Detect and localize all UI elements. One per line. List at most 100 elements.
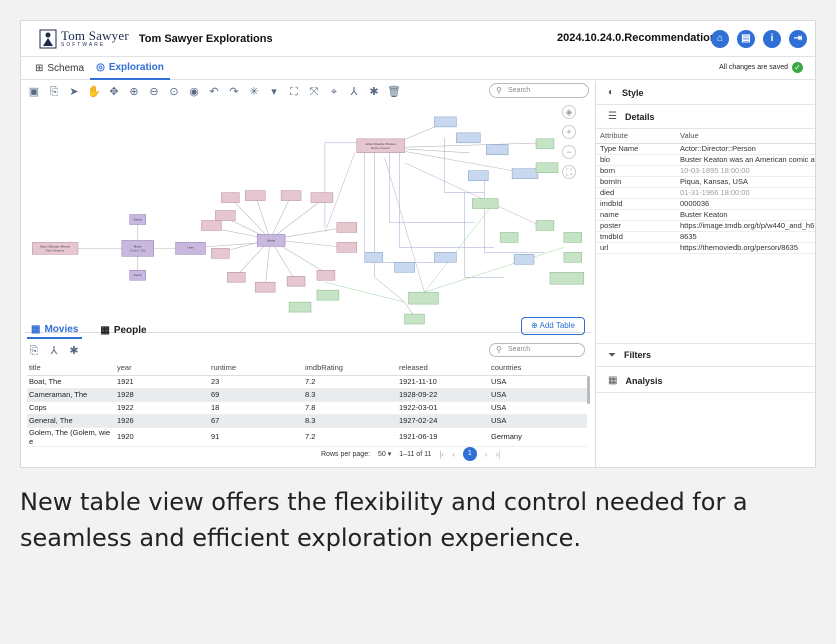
style-section[interactable]: ◐ Style xyxy=(596,81,815,105)
node-user[interactable] xyxy=(310,192,334,203)
last-page-icon[interactable]: ›| xyxy=(495,450,500,459)
graph-search-input[interactable]: ⚲ Search xyxy=(489,83,589,98)
fit-control-icon[interactable]: ⛶ xyxy=(562,165,576,179)
center-icon[interactable]: ◉ xyxy=(187,85,201,99)
node-genre[interactable] xyxy=(535,162,559,173)
radial-icon[interactable]: ✱ xyxy=(67,344,81,358)
pan-control-icon[interactable]: ◈ xyxy=(562,105,576,119)
table-row[interactable]: Boat, The 1921 23 7.2 1921-11-10 USA xyxy=(27,375,587,389)
filters-section[interactable]: ⏷ Filters xyxy=(596,343,815,367)
table-row[interactable]: Cops 1922 18 7.8 1922-03-01 USA xyxy=(27,401,587,415)
node-user[interactable] xyxy=(254,281,276,293)
home-icon[interactable]: ⌂ xyxy=(711,30,729,48)
chevron-down-icon[interactable]: ▾ xyxy=(267,85,281,99)
expand-icon[interactable]: ⤧ xyxy=(307,85,321,99)
table-scrollbar[interactable] xyxy=(587,376,590,404)
zoom-in-control-icon[interactable]: + xyxy=(562,125,576,139)
zoom-out-control-icon[interactable]: − xyxy=(562,145,576,159)
table-row[interactable]: Cameraman, The 1928 69 8.3 1928-09-22 US… xyxy=(27,388,587,402)
node-movie[interactable] xyxy=(408,291,439,305)
table-row[interactable]: General, The 1926 67 8.3 1927-02-24 USA xyxy=(27,414,587,428)
tree-icon[interactable]: ⅄ xyxy=(347,85,361,99)
radial-icon[interactable]: ✱ xyxy=(367,85,381,99)
tab-schema[interactable]: ⊞ Schema xyxy=(29,58,90,80)
column-header[interactable]: countries xyxy=(489,361,587,376)
node-genre[interactable] xyxy=(535,138,555,150)
node-movie-hub[interactable]: Movie xyxy=(256,234,286,247)
node-movie[interactable] xyxy=(394,262,415,273)
next-page-icon[interactable]: › xyxy=(485,450,488,459)
prev-page-icon[interactable]: ‹ xyxy=(452,450,455,459)
analysis-section[interactable]: ▦ Analysis xyxy=(596,369,815,393)
node-movie[interactable] xyxy=(499,232,519,243)
node-user[interactable] xyxy=(280,190,302,201)
logout-icon[interactable]: ⇥ xyxy=(789,30,807,48)
node-user[interactable] xyxy=(215,210,236,221)
hierarchy-icon[interactable]: ⛶ xyxy=(287,85,301,99)
document-icon[interactable]: ▤ xyxy=(737,30,755,48)
node-movie[interactable] xyxy=(364,252,383,263)
node-user[interactable] xyxy=(288,301,312,313)
node-genre[interactable]: Genre xyxy=(129,214,146,225)
rows-per-page-select[interactable]: 50 ▾ xyxy=(378,450,391,458)
node-user[interactable] xyxy=(316,270,336,281)
add-table-button[interactable]: ⊕ Add Table xyxy=(521,317,585,335)
node-user[interactable] xyxy=(336,222,358,233)
node-genre[interactable] xyxy=(563,252,583,263)
trash-icon[interactable]: 🗑 xyxy=(387,85,401,99)
redo-icon[interactable]: ↷ xyxy=(227,85,241,99)
table-row[interactable]: Golem, The (Golem, wie e 1920 91 7.2 192… xyxy=(27,427,587,447)
node-movie[interactable] xyxy=(472,198,499,209)
tab-exploration[interactable]: ◎ Exploration xyxy=(90,58,170,80)
node-genre[interactable] xyxy=(535,220,555,231)
pointer-icon[interactable]: ➤ xyxy=(67,85,81,99)
zoom-in-icon[interactable]: ⊕ xyxy=(127,85,141,99)
zoom-out-icon[interactable]: ⊖ xyxy=(147,85,161,99)
column-header[interactable]: imdbRating xyxy=(303,361,397,376)
column-header[interactable]: title xyxy=(27,361,115,376)
export-icon[interactable]: ⎘ xyxy=(47,85,61,99)
pan-icon[interactable]: ✋ xyxy=(87,85,101,99)
node-movie[interactable] xyxy=(456,132,481,144)
node-user[interactable] xyxy=(201,220,222,231)
node-actor[interactable] xyxy=(549,272,585,285)
column-header[interactable]: released xyxy=(397,361,489,376)
table-search-input[interactable]: ⚲ Search xyxy=(489,343,585,357)
node-user[interactable] xyxy=(245,190,266,201)
node-actor[interactable]: Actor::Director::PersonPaul Wegener xyxy=(31,242,79,255)
node-user[interactable] xyxy=(211,248,230,259)
node-user[interactable] xyxy=(286,275,306,287)
node-user-center[interactable]: User xyxy=(175,242,206,255)
node-user[interactable] xyxy=(336,242,358,253)
binoculars-icon[interactable]: ⌖ xyxy=(327,85,341,99)
node-movie[interactable] xyxy=(434,252,457,263)
node-movie[interactable] xyxy=(434,116,457,128)
move-icon[interactable]: ✥ xyxy=(107,85,121,99)
undo-icon[interactable]: ↶ xyxy=(207,85,221,99)
page-number-button[interactable]: 1 xyxy=(462,447,477,461)
first-page-icon[interactable]: |‹ xyxy=(439,450,444,459)
node-movie-golem[interactable]: MovieGolem, The xyxy=(121,240,154,257)
save-image-icon[interactable]: ▣ xyxy=(27,85,41,99)
node-genre2[interactable]: Genre xyxy=(129,270,146,281)
node-genre[interactable] xyxy=(563,232,583,243)
export-icon[interactable]: ⎘ xyxy=(27,344,41,358)
node-user[interactable] xyxy=(316,289,340,301)
column-header[interactable]: runtime xyxy=(209,361,303,376)
graph-canvas[interactable]: Actor::Director::PersonPaul Wegener Movi… xyxy=(25,103,591,333)
node-movie[interactable] xyxy=(485,144,509,156)
tree-icon[interactable]: ⅄ xyxy=(47,344,61,358)
node-movie[interactable] xyxy=(511,168,539,179)
info-icon[interactable]: i xyxy=(763,30,781,48)
node-user[interactable] xyxy=(227,272,246,283)
node-user[interactable] xyxy=(221,192,240,203)
layout-icon[interactable]: ✳ xyxy=(247,85,261,99)
column-header[interactable]: year xyxy=(115,361,209,376)
node-actor-keaton[interactable]: Actor::Director::PersonBuster Keaton xyxy=(356,138,405,154)
node-movie[interactable] xyxy=(513,254,535,265)
tab-movies[interactable]: ▦ Movies xyxy=(27,322,83,339)
tab-people[interactable]: ▦ People xyxy=(96,323,150,338)
details-section[interactable]: ☰ Details xyxy=(596,105,815,129)
node-movie[interactable] xyxy=(468,170,489,181)
zoom-fit-icon[interactable]: ⊙ xyxy=(167,85,181,99)
